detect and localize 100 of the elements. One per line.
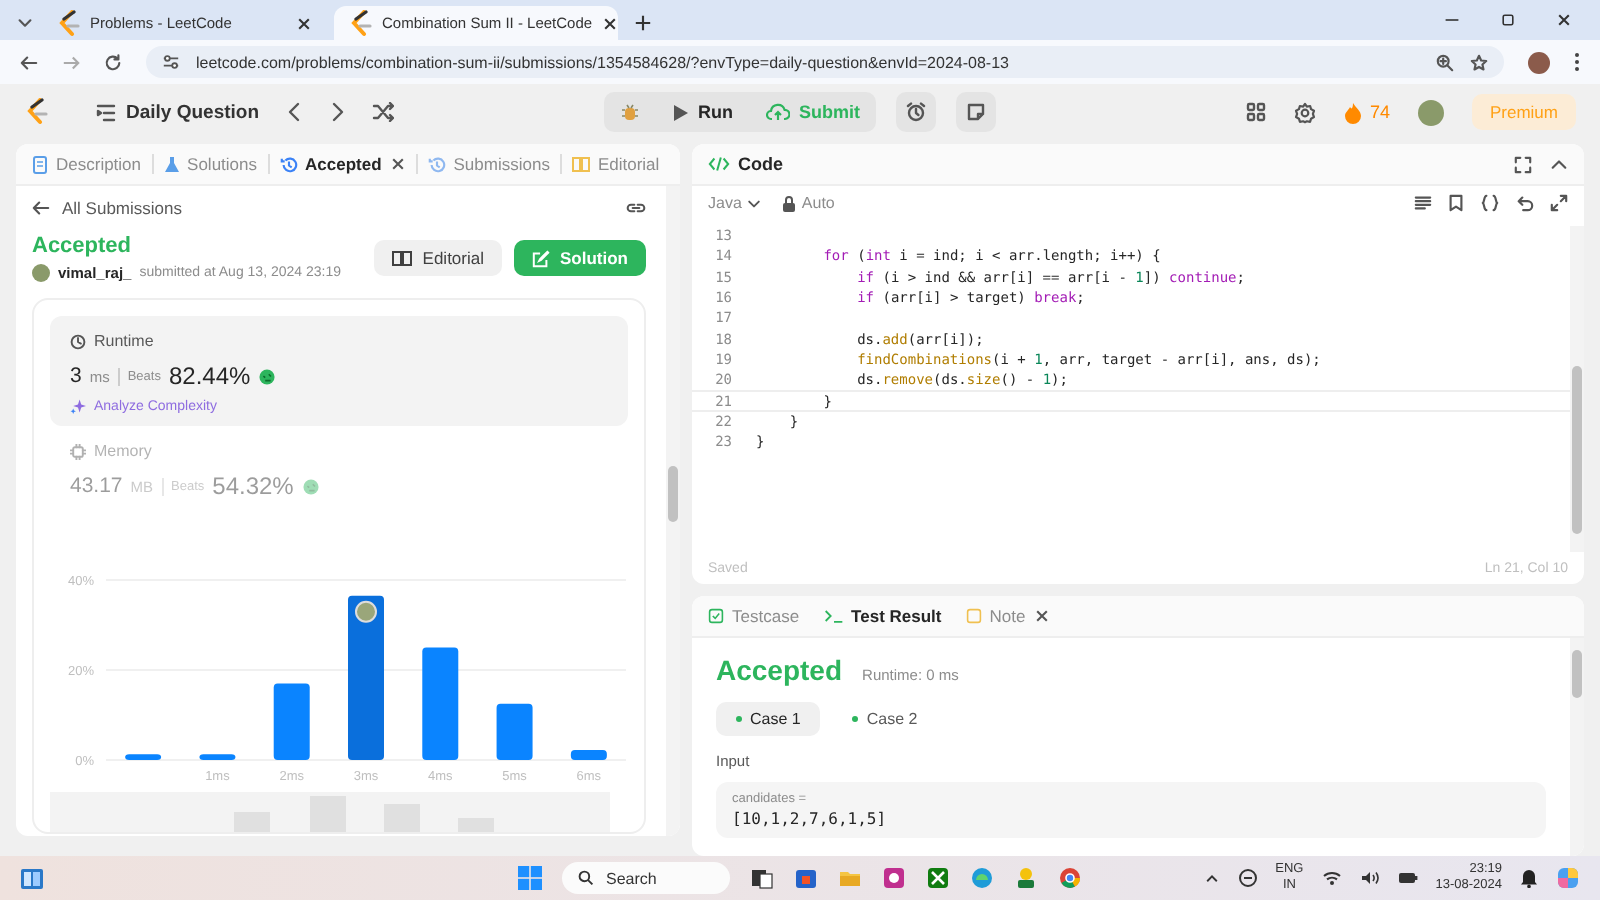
restore-icon[interactable] [1500, 12, 1516, 28]
chart-bar [570, 750, 607, 760]
alarm-clock-icon [906, 102, 926, 122]
store-icon[interactable] [794, 866, 818, 890]
editorial-button[interactable]: Editorial [374, 240, 502, 276]
reload-icon[interactable] [104, 53, 122, 71]
taskbar-search[interactable]: Search [562, 862, 730, 894]
history-icon [279, 155, 297, 173]
logo-icon [24, 98, 48, 126]
checkbox-icon [708, 608, 724, 624]
panel-tab[interactable]: Accepted [279, 144, 406, 185]
case-tab[interactable]: Case 1 [716, 702, 821, 736]
scrollbar-thumb[interactable] [668, 466, 678, 522]
shuffle-icon[interactable] [371, 102, 394, 122]
settings-icon[interactable] [1293, 101, 1316, 123]
clock-icon [70, 333, 86, 349]
fullscreen-icon[interactable] [1514, 155, 1532, 173]
tab-list-icon[interactable] [16, 14, 34, 32]
lock-icon [781, 195, 796, 211]
volume-icon[interactable] [1359, 870, 1380, 886]
chrome-icon[interactable] [1058, 866, 1082, 890]
widgets-icon[interactable] [20, 867, 44, 889]
book-icon [392, 250, 413, 266]
language-dropdown[interactable]: Java [708, 194, 762, 212]
badge-icon [301, 477, 320, 495]
alarm-button[interactable] [896, 92, 936, 132]
case-tab[interactable]: Case 2 [832, 702, 938, 736]
submission-status: Accepted [32, 234, 134, 258]
more-icon[interactable] [1574, 52, 1580, 72]
tab-close-icon[interactable] [1033, 608, 1050, 624]
user-avatar[interactable] [1417, 99, 1444, 125]
mode-label: Auto [801, 194, 835, 212]
badge-icon [258, 367, 277, 385]
edit-icon [532, 249, 550, 267]
result-status: Accepted [716, 654, 843, 686]
chevron-down-icon[interactable] [745, 195, 762, 211]
chart-bar [273, 683, 310, 760]
favicon-icon [348, 9, 372, 37]
chevron-left-icon[interactable] [283, 100, 304, 124]
history-icon [427, 155, 446, 173]
zoom-icon[interactable] [1436, 53, 1454, 71]
collapse-icon[interactable] [1550, 155, 1568, 173]
expand-icon[interactable] [1550, 194, 1568, 212]
layout-icon[interactable] [1245, 102, 1266, 122]
problem-list-button[interactable]: Daily Question [96, 101, 260, 123]
chip-icon [70, 443, 86, 459]
back-arrow-icon[interactable] [20, 53, 38, 71]
user-avatar [32, 264, 50, 282]
tab-close-icon[interactable] [602, 15, 619, 31]
document-icon [32, 155, 48, 173]
window-close-icon[interactable] [1556, 12, 1572, 28]
start-icon[interactable] [518, 866, 542, 890]
chevron-right-icon[interactable] [327, 100, 348, 124]
search-icon [578, 870, 594, 886]
star-icon[interactable] [1470, 53, 1488, 71]
chart-bar [422, 647, 459, 760]
metric-label: Runtime [94, 332, 154, 350]
back-arrow-icon[interactable] [32, 200, 50, 216]
tab-close-icon[interactable] [296, 15, 312, 31]
flask-icon [163, 155, 180, 173]
site-settings-icon [162, 54, 180, 70]
undo-icon[interactable] [1516, 194, 1534, 212]
panel-tab[interactable]: Test Result [823, 596, 942, 637]
braces-icon[interactable] [1480, 194, 1500, 212]
link-icon[interactable] [626, 200, 646, 216]
scrollbar-thumb[interactable] [1572, 366, 1582, 534]
all-submissions-link[interactable]: All Submissions [62, 198, 182, 218]
user-marker-icon [355, 600, 377, 623]
metric-value: 43.17 [70, 474, 123, 498]
new-tab-icon[interactable] [634, 14, 652, 32]
beats-percent: 82.44% [168, 362, 251, 390]
profile-avatar[interactable] [1528, 51, 1550, 73]
app-icon[interactable] [1014, 866, 1038, 890]
bookmark-icon[interactable] [1448, 194, 1464, 212]
cloud-upload-icon [765, 102, 789, 122]
favicon-icon [56, 9, 80, 37]
list-icon [96, 103, 116, 121]
chart-bar [199, 754, 236, 760]
battery-icon[interactable] [1397, 872, 1418, 884]
bug-icon [620, 102, 640, 122]
panel-title: Code [738, 154, 783, 174]
task-view-icon[interactable] [750, 866, 774, 890]
format-icon[interactable] [1414, 194, 1432, 212]
tab-close-icon[interactable] [389, 156, 406, 172]
notes-button[interactable] [956, 92, 996, 132]
metric-label: Memory [94, 442, 152, 460]
bell-icon[interactable] [1520, 868, 1538, 888]
book-icon [571, 156, 590, 172]
sparkle-icon [70, 398, 86, 414]
photos-icon[interactable] [882, 866, 906, 890]
tray-app-icon[interactable] [1237, 868, 1258, 888]
terminal-icon [823, 608, 844, 624]
run-button[interactable]: Run [656, 92, 749, 132]
xbox-icon[interactable] [926, 866, 950, 890]
chevron-up-icon[interactable] [1203, 870, 1220, 886]
metric-value: 3 [70, 364, 82, 388]
scrollbar-thumb[interactable] [1572, 650, 1582, 698]
wifi-icon[interactable] [1321, 870, 1342, 886]
address-bar[interactable]: leetcode.com/problems/combination-sum-ii/submissions/1354584628/?envType=daily-question&envId=2024-08-13 [146, 46, 1504, 78]
play-icon [672, 103, 688, 121]
